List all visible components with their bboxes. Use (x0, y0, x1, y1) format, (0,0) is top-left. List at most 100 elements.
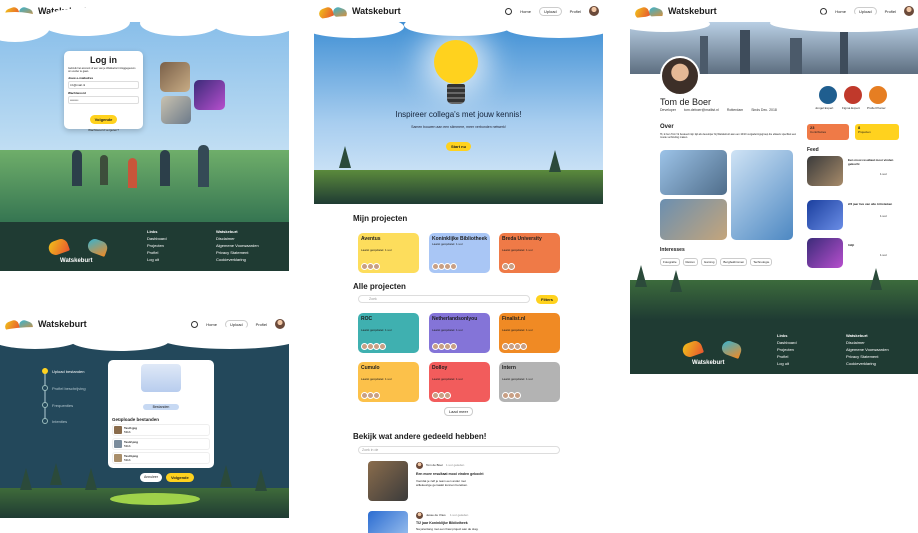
badge (819, 86, 837, 104)
tree-icon (220, 465, 232, 487)
avatar[interactable] (589, 6, 599, 16)
load-more-label: Laad meer (443, 407, 474, 416)
nav-profile[interactable]: Profiel (570, 9, 581, 14)
file-size: 53kb (124, 430, 131, 434)
login-screen: Watskeburt Log in Gebruik het account of… (0, 0, 289, 271)
profile-role: Developer (660, 108, 676, 112)
footer-link[interactable]: Cookieverklaring (216, 256, 259, 263)
upload-card: Bestanden Geüploade bestanden Test1.jpg 5… (108, 360, 214, 468)
footer-link[interactable]: Profiel (147, 249, 167, 256)
footer-link[interactable]: Log uit (777, 360, 797, 367)
search-icon[interactable] (505, 7, 513, 15)
feed-image[interactable] (807, 238, 843, 268)
file-thumbnail (114, 454, 122, 462)
step-label[interactable]: Profiel beschrijving (52, 386, 86, 391)
avatar[interactable] (904, 6, 914, 16)
footer-link[interactable]: Disclaimer (216, 235, 259, 242)
badge (869, 86, 887, 104)
avatar-group (361, 263, 380, 270)
post-time: 1 uur geleden (446, 463, 465, 467)
nav-home[interactable]: Home (835, 9, 846, 14)
project-card[interactable]: Intern Laatst geüpdatet: 1 uur (499, 362, 560, 402)
project-card[interactable]: Netherlandsonlyou Laatst geüpdatet: 1 uu… (429, 313, 490, 353)
interest-chip: Fotografie (660, 258, 680, 266)
footer-link[interactable]: Algemene Voorwaarden (846, 346, 889, 353)
load-more-button[interactable]: Laad meer (314, 407, 603, 416)
filters-button[interactable]: Filters (536, 295, 559, 304)
step-label[interactable]: Upload bestanden (52, 369, 84, 374)
gallery-photo[interactable] (660, 199, 727, 240)
project-name: Finalist.nl (502, 316, 526, 322)
feed-image[interactable] (807, 156, 843, 186)
about-text: Hi, ik ben Tom! Ik besteed mijn tijd als… (660, 133, 797, 139)
upload-button[interactable]: Bestanden (142, 404, 180, 410)
project-card[interactable]: Finalist.nl Laatst geüpdatet: 1 uur (499, 313, 560, 353)
feed-image[interactable] (807, 200, 843, 230)
footer-link[interactable]: Algemene Voorwaarden (216, 242, 259, 249)
gallery-photo[interactable] (731, 150, 793, 240)
post-card[interactable]: Tom de Boer 1 uur geleden Een more resul… (368, 461, 548, 505)
step-label[interactable]: Intenties (52, 419, 67, 424)
forgot-password-link[interactable]: Wachtwoord vergeten? (68, 128, 139, 132)
feed-item-title: Een mooi resultaat mooi vinden gekocht (848, 158, 894, 166)
footer-link[interactable]: Profiel (777, 353, 797, 360)
file-size: 53kb (124, 458, 131, 462)
email-field[interactable]: t.b@mail.nl (68, 81, 139, 89)
person-silhouette (160, 150, 170, 186)
project-card[interactable]: ROC Laatst geüpdatet: 1 uur (358, 313, 419, 353)
next-button[interactable]: Volgende (166, 473, 194, 482)
project-updated: Laatst geüpdatet: 1 uur (432, 328, 463, 332)
step-dot (42, 385, 48, 391)
nav-profile[interactable]: Profiel (885, 9, 896, 14)
project-updated: Laatst geüpdatet: 1 uur (432, 242, 463, 246)
cancel-button[interactable]: Annuleer (140, 473, 163, 482)
footer-link[interactable]: Dashboard (777, 339, 797, 346)
project-card[interactable]: Breda University Laatst geüpdatet: 1 uur (499, 233, 560, 273)
project-name: Netherlandsonlyou (432, 316, 478, 322)
project-card[interactable]: Koninklijke Bibliotheek Laatst geüpdatet… (429, 233, 490, 273)
tree-icon (50, 463, 62, 485)
footer-link[interactable]: Disclaimer (846, 339, 889, 346)
project-search-input[interactable]: Zoek (358, 295, 530, 303)
nav-upload-button[interactable]: Upload (538, 6, 562, 16)
gallery-photo[interactable] (660, 150, 727, 195)
password-field[interactable]: •••••••• (68, 96, 139, 104)
footer-col1-head: Links (147, 229, 158, 234)
shared-search-input[interactable]: Zoek in de (358, 446, 560, 454)
footer-link[interactable]: Cookieverklaring (846, 360, 889, 367)
tree-icon (870, 268, 882, 290)
footer-logo-icon (46, 223, 110, 257)
stat-projects: 8 Projecten (855, 124, 899, 140)
footer-link[interactable]: Privacy Statement (846, 353, 889, 360)
nav-home[interactable]: Home (520, 9, 531, 14)
profile-screen: Watskeburt Home Upload Profiel Tom de Bo… (630, 0, 918, 374)
footer-link[interactable]: Privacy Statement (216, 249, 259, 256)
badge-label: Jongel Expert (815, 106, 834, 110)
profile-name: Tom de Boer (660, 97, 712, 107)
nav-profile[interactable]: Profiel (256, 322, 267, 327)
search-icon[interactable] (191, 320, 199, 328)
footer-link[interactable]: Projecten (777, 346, 797, 353)
person-silhouette (198, 145, 209, 187)
post-author-avatar (416, 512, 423, 519)
project-card[interactable]: Aventus Laatst geüpdatet: 1 uur (358, 233, 419, 273)
login-submit-button[interactable]: Volgende (89, 115, 118, 124)
footer-link[interactable]: Projecten (147, 242, 167, 249)
project-card[interactable]: Cumulo Laatst geüpdatet: 1 uur (358, 362, 419, 402)
footer: Watskeburt Links Dashboard Projecten Pro… (630, 320, 918, 374)
step-dot (42, 402, 48, 408)
post-body: Voordat je zelf je team een ander met wi… (416, 479, 468, 487)
file-row: Test3.png 53kb (112, 452, 210, 464)
avatar[interactable] (275, 319, 285, 329)
stat-contributions: 23 Contributies (807, 124, 849, 140)
footer-link[interactable]: Log uit (147, 256, 167, 263)
step-label[interactable]: Frequenties (52, 403, 73, 408)
start-button[interactable]: Start nu (445, 142, 472, 151)
feed-title: Feed (807, 147, 819, 153)
project-card[interactable]: Dolloy Laatst geüpdatet: 1 uur (429, 362, 490, 402)
project-name: Intern (502, 365, 516, 371)
nav-home[interactable]: Home (206, 322, 217, 327)
footer-link[interactable]: Dashboard (147, 235, 167, 242)
upload-stepper (44, 368, 46, 423)
post-card[interactable]: Jesse de Vries 1 uur geleden Tl2 jaar Ko… (368, 511, 548, 533)
